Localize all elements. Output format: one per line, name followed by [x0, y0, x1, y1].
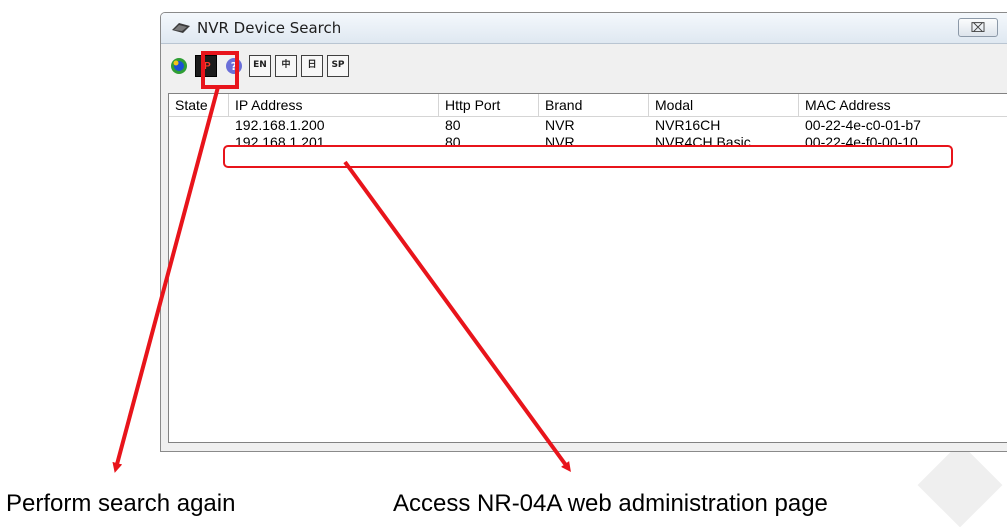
caption-perform-search-again: Perform search again: [6, 490, 236, 517]
ip-button-highlight: [201, 51, 239, 89]
annotation-overlay: [112, 51, 953, 473]
caption-access-web-admin: Access NR-04A web administration page: [393, 490, 828, 517]
arrow-web-admin: [343, 160, 571, 473]
selected-row-highlight: [223, 145, 953, 168]
arrow-search-again: [112, 86, 220, 473]
